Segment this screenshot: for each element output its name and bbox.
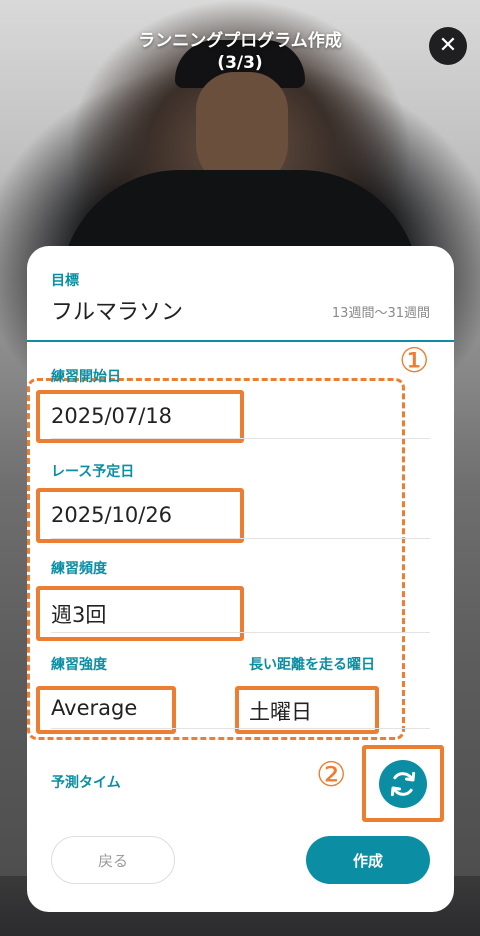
start-date-label: 練習開始日 bbox=[51, 369, 121, 385]
page-step-indicator: (3/3) bbox=[217, 53, 263, 73]
intensity-divider bbox=[51, 728, 430, 729]
intensity-field[interactable]: Average bbox=[51, 696, 137, 720]
refresh-icon bbox=[390, 771, 416, 797]
race-date-field[interactable]: 2025/10/26 bbox=[51, 503, 172, 527]
goal-value: フルマラソン bbox=[51, 300, 184, 325]
race-date-divider bbox=[51, 538, 430, 539]
frequency-label: 練習頻度 bbox=[51, 561, 107, 577]
create-button[interactable]: 作成 bbox=[306, 836, 430, 884]
long-run-day-label: 長い距離を走る曜日 bbox=[249, 657, 375, 673]
start-date-divider bbox=[51, 438, 430, 439]
back-button[interactable]: 戻る bbox=[51, 836, 175, 884]
race-date-label: レース予定日 bbox=[51, 464, 135, 480]
goal-duration-hint: 13週間〜31週間 bbox=[331, 306, 430, 321]
annotation-marker-2: ② bbox=[316, 755, 347, 795]
page-title-main: ランニングプログラム作成 bbox=[138, 31, 342, 51]
refresh-button[interactable] bbox=[379, 760, 427, 808]
close-icon: ✕ bbox=[438, 33, 458, 58]
page-title: ランニングプログラム作成 (3/3) bbox=[0, 30, 480, 74]
frequency-divider bbox=[51, 632, 430, 633]
frequency-field[interactable]: 週3回 bbox=[51, 599, 106, 629]
predicted-time-label: 予測タイム bbox=[51, 775, 121, 791]
annotation-marker-1: ① bbox=[399, 341, 430, 381]
goal-label: 目標 bbox=[51, 273, 79, 289]
goal-divider bbox=[27, 340, 454, 342]
program-form-card: 目標 フルマラソン 13週間〜31週間 ① 練習開始日 2025/07/18 レ… bbox=[27, 246, 454, 912]
long-run-day-field[interactable]: 土曜日 bbox=[249, 696, 312, 726]
intensity-label: 練習強度 bbox=[51, 657, 107, 673]
start-date-field[interactable]: 2025/07/18 bbox=[51, 404, 172, 428]
close-button[interactable]: ✕ bbox=[429, 27, 467, 65]
